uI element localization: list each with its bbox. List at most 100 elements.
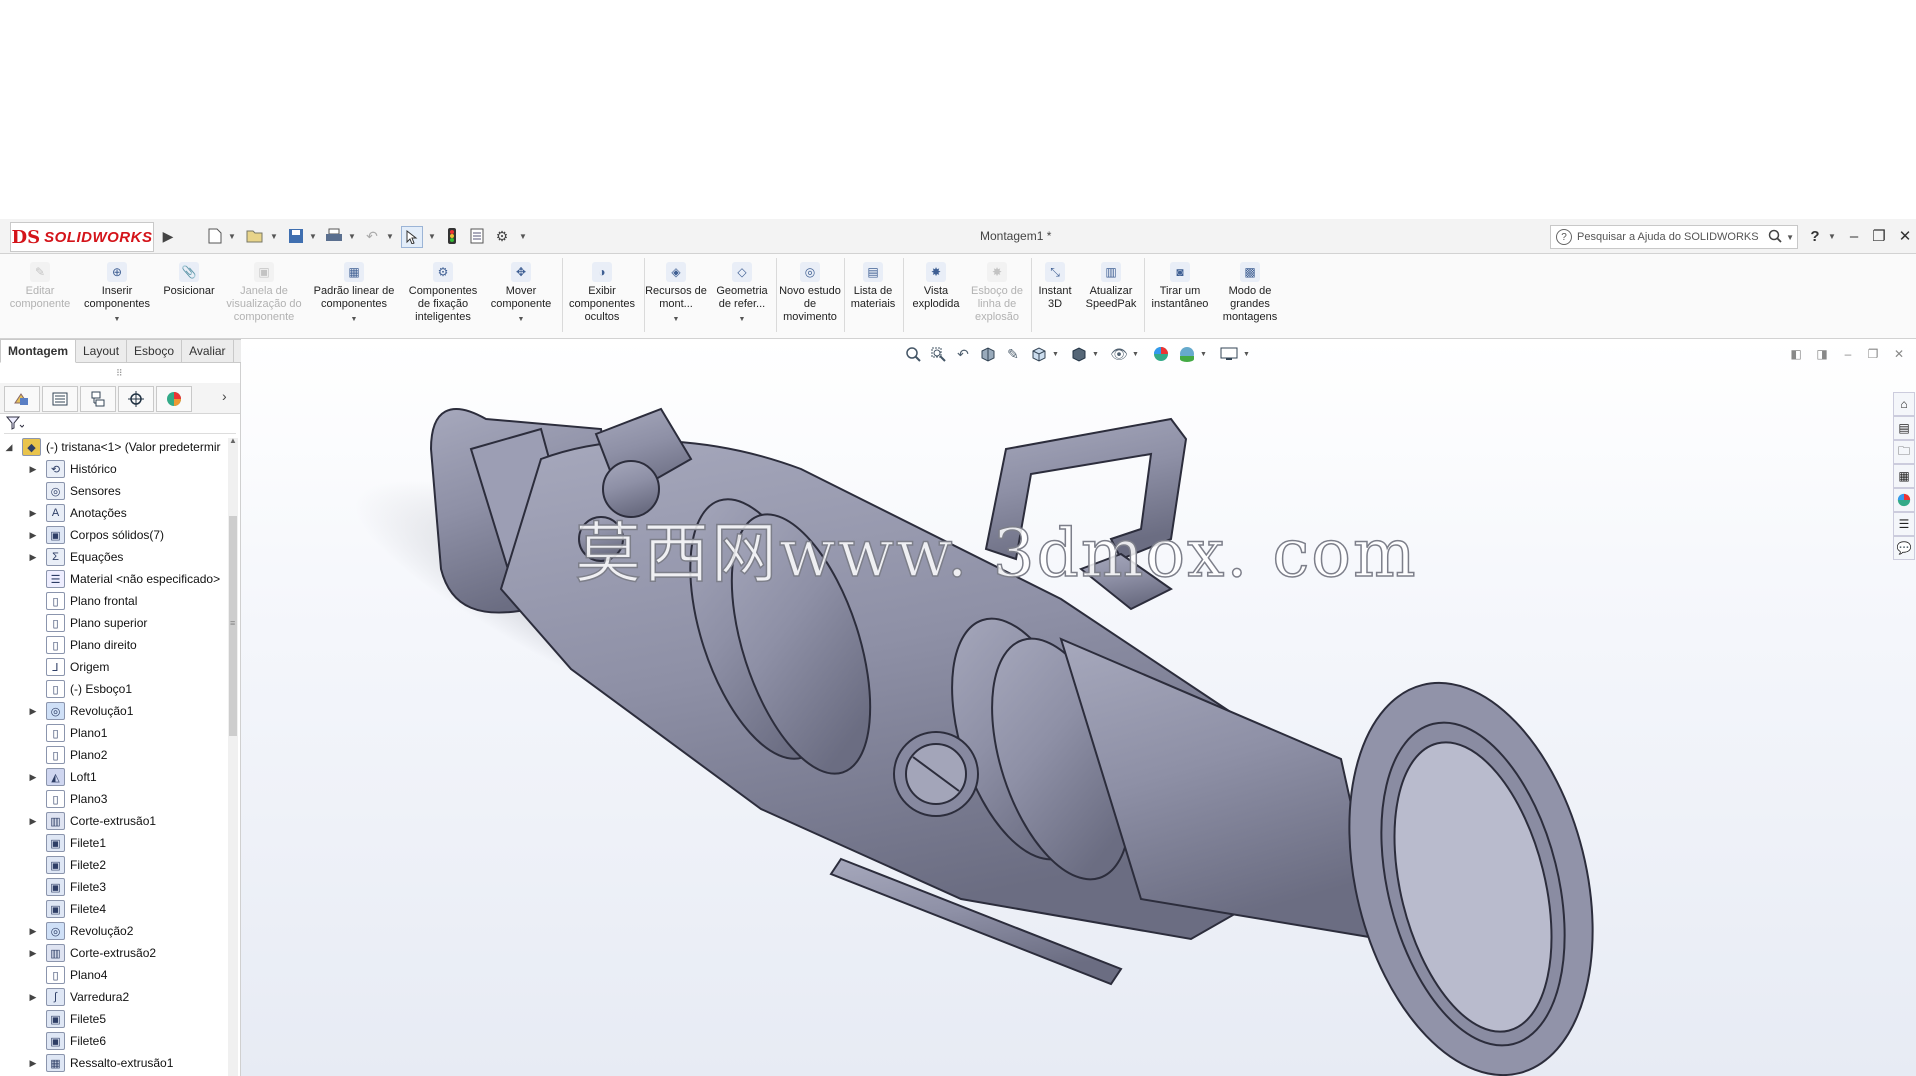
tree-expander-icon[interactable]: ▶ xyxy=(28,552,38,563)
tree-expander-icon[interactable]: ▶ xyxy=(28,816,38,827)
home-icon[interactable]: ⌂ xyxy=(1893,392,1915,416)
cmd-component-preview-button[interactable]: ▣ Janela de visualização do componente xyxy=(222,262,306,324)
hide-show-icon[interactable]: 👁 xyxy=(1108,343,1130,365)
tree-item[interactable]: ▶ A Anotações xyxy=(0,503,256,523)
options-dropdown[interactable]: ▼ xyxy=(519,232,527,241)
scope-3d-model[interactable] xyxy=(241,339,1916,1076)
tree-item[interactable]: ▶ ▥ Corte-extrusão2 xyxy=(0,943,256,963)
new-document-dropdown[interactable]: ▼ xyxy=(228,232,236,241)
undo-icon[interactable]: ↶ xyxy=(362,226,382,246)
tree-item[interactable]: ▣ Filete1 xyxy=(0,833,256,853)
save-icon[interactable] xyxy=(286,226,306,246)
view-settings-dropdown[interactable]: ▼ xyxy=(1243,351,1250,358)
tree-item[interactable]: ▯ Plano direito xyxy=(0,635,256,655)
graphics-area[interactable]: 莫西网www. 3dmox. com xyxy=(241,339,1916,1076)
viewport-tile-left-icon[interactable]: ◧ xyxy=(1785,343,1807,365)
cmd-camera-snapshot-button[interactable]: ◙ Tirar um instantâneo xyxy=(1146,262,1214,311)
restore-window-icon[interactable]: ❐ xyxy=(1869,226,1889,246)
dropdown-caret-icon[interactable]: ▼ xyxy=(673,313,680,326)
dropdown-caret-icon[interactable]: ▼ xyxy=(351,313,358,326)
tree-item[interactable]: ▯ Plano frontal xyxy=(0,591,256,611)
tree-item[interactable]: ▶ ▦ Ressalto-extrusão1 xyxy=(0,1053,256,1073)
tree-item[interactable]: ◢ ◆ (-) tristana<1> (Valor predetermir xyxy=(0,437,232,457)
tree-item[interactable]: ▣ Filete6 xyxy=(0,1031,256,1051)
tree-item[interactable]: ⅃ Origem xyxy=(0,657,256,677)
cmd-reference-geometry-button[interactable]: ◇ Geometria de refer... ▼ xyxy=(710,262,774,326)
search-icon[interactable] xyxy=(1768,229,1782,246)
tree-expander-icon[interactable]: ▶ xyxy=(28,508,38,519)
cmd-motion-study-button[interactable]: ◎ Novo estudo de movimento xyxy=(778,262,842,324)
tree-item[interactable]: ▶ ▣ Corpos sólidos(7) xyxy=(0,525,256,545)
display-manager-icon[interactable] xyxy=(156,386,192,412)
view-palette-icon[interactable]: ▦ xyxy=(1893,464,1915,488)
display-style-icon[interactable] xyxy=(1068,343,1090,365)
apply-scene-dropdown[interactable]: ▼ xyxy=(1200,351,1207,358)
panel-grip-icon[interactable]: ⠿ xyxy=(116,368,123,379)
view-orientation-icon[interactable] xyxy=(1028,343,1050,365)
dropdown-caret-icon[interactable]: ▼ xyxy=(114,313,121,326)
configuration-manager-icon[interactable] xyxy=(80,386,116,412)
cmd-smart-fasteners-button[interactable]: ⚙ Componentes de fixação inteligentes xyxy=(402,262,484,324)
tab-layout[interactable]: Layout xyxy=(76,339,128,363)
feature-manager-icon[interactable] xyxy=(4,386,40,412)
cmd-instant-3d-button[interactable]: ⤡ Instant 3D xyxy=(1032,262,1078,311)
tree-item[interactable]: ▯ (-) Esboço1 xyxy=(0,679,256,699)
tree-item[interactable]: ▣ Filete4 xyxy=(0,899,256,919)
tree-item[interactable]: ▯ Plano3 xyxy=(0,789,256,809)
viewport-close-icon[interactable]: ✕ xyxy=(1888,343,1910,365)
cmd-explode-line-sketch-button[interactable]: ✸ Esboço de linha de explosão xyxy=(965,262,1029,324)
file-explorer-icon[interactable]: 🗀 xyxy=(1893,440,1915,464)
tree-expander-icon[interactable]: ▶ xyxy=(28,992,38,1003)
tree-expander-icon[interactable]: ▶ xyxy=(28,772,38,783)
dynamic-annotation-icon[interactable]: ✎ xyxy=(1002,343,1024,365)
tab-esbo-o[interactable]: Esboço xyxy=(127,339,183,363)
dropdown-caret-icon[interactable]: ▼ xyxy=(518,313,525,326)
undo-dropdown[interactable]: ▼ xyxy=(386,232,394,241)
tree-expander-icon[interactable]: ▶ xyxy=(28,464,38,475)
cmd-move-component-button[interactable]: ✥ Mover componente ▼ xyxy=(486,262,556,326)
tree-expander-icon[interactable]: ▶ xyxy=(28,948,38,959)
options-gear-icon[interactable]: ⚙ xyxy=(492,226,512,246)
tree-expander-icon[interactable]: ▶ xyxy=(28,926,38,937)
tree-expander-icon[interactable]: ▶ xyxy=(28,1058,38,1069)
tree-item[interactable]: ▶ ⟲ Histórico xyxy=(0,459,256,479)
cmd-show-hidden-button[interactable]: ◑ Exibir componentes ocultos xyxy=(563,262,641,324)
zoom-to-area-icon[interactable] xyxy=(927,343,949,365)
tree-item[interactable]: ▯ Plano2 xyxy=(0,745,256,765)
cmd-linear-pattern-button[interactable]: ▦ Padrão linear de componentes ▼ xyxy=(309,262,399,326)
search-dropdown[interactable]: ▼ xyxy=(1786,233,1794,242)
tree-expander-icon[interactable]: ▶ xyxy=(28,530,38,541)
scroll-up-icon[interactable]: ▲ xyxy=(229,436,237,445)
cmd-edit-component-button[interactable]: ✎ Editar componente xyxy=(5,262,75,311)
tree-expander-icon[interactable]: ▶ xyxy=(28,706,38,717)
chevron-right-icon[interactable]: › xyxy=(222,388,227,404)
minimize-window-icon[interactable]: – xyxy=(1844,226,1864,246)
tree-item[interactable]: ▶ ◎ Revolução1 xyxy=(0,701,256,721)
tree-item[interactable]: ☰ Material <não especificado> xyxy=(0,569,256,589)
open-icon[interactable] xyxy=(245,226,265,246)
property-manager-icon[interactable] xyxy=(42,386,78,412)
hide-show-dropdown[interactable]: ▼ xyxy=(1132,351,1139,358)
tree-item[interactable]: ▶ ∫ Varredura2 xyxy=(0,987,256,1007)
tree-item[interactable]: ▯ Plano4 xyxy=(0,965,256,985)
viewport-tile-right-icon[interactable]: ◨ xyxy=(1811,343,1833,365)
section-view-icon[interactable] xyxy=(977,343,999,365)
view-orientation-dropdown[interactable]: ▼ xyxy=(1052,351,1059,358)
tab-montagem[interactable]: Montagem xyxy=(0,339,76,363)
help-dropdown[interactable]: ▼ xyxy=(1828,232,1836,241)
tree-item[interactable]: ▣ Filete2 xyxy=(0,855,256,875)
select-arrow-icon[interactable] xyxy=(401,226,423,248)
zoom-to-fit-icon[interactable] xyxy=(902,343,924,365)
open-dropdown[interactable]: ▼ xyxy=(270,232,278,241)
tab-avaliar[interactable]: Avaliar xyxy=(182,339,234,363)
solidworks-logo[interactable]: DS SOLIDWORKS xyxy=(10,222,154,252)
custom-properties-icon[interactable]: ☰ xyxy=(1893,512,1915,536)
viewport-restore-icon[interactable]: ❐ xyxy=(1862,343,1884,365)
tree-item[interactable]: ▣ Filete5 xyxy=(0,1009,256,1029)
display-style-dropdown[interactable]: ▼ xyxy=(1092,351,1099,358)
tree-item[interactable]: ▯ Plano superior xyxy=(0,613,256,633)
tree-item[interactable]: ▶ ◭ Loft1 xyxy=(0,767,256,787)
file-properties-icon[interactable] xyxy=(467,226,487,246)
print-dropdown[interactable]: ▼ xyxy=(348,232,356,241)
tree-item[interactable]: ◎ Sensores xyxy=(0,481,256,501)
